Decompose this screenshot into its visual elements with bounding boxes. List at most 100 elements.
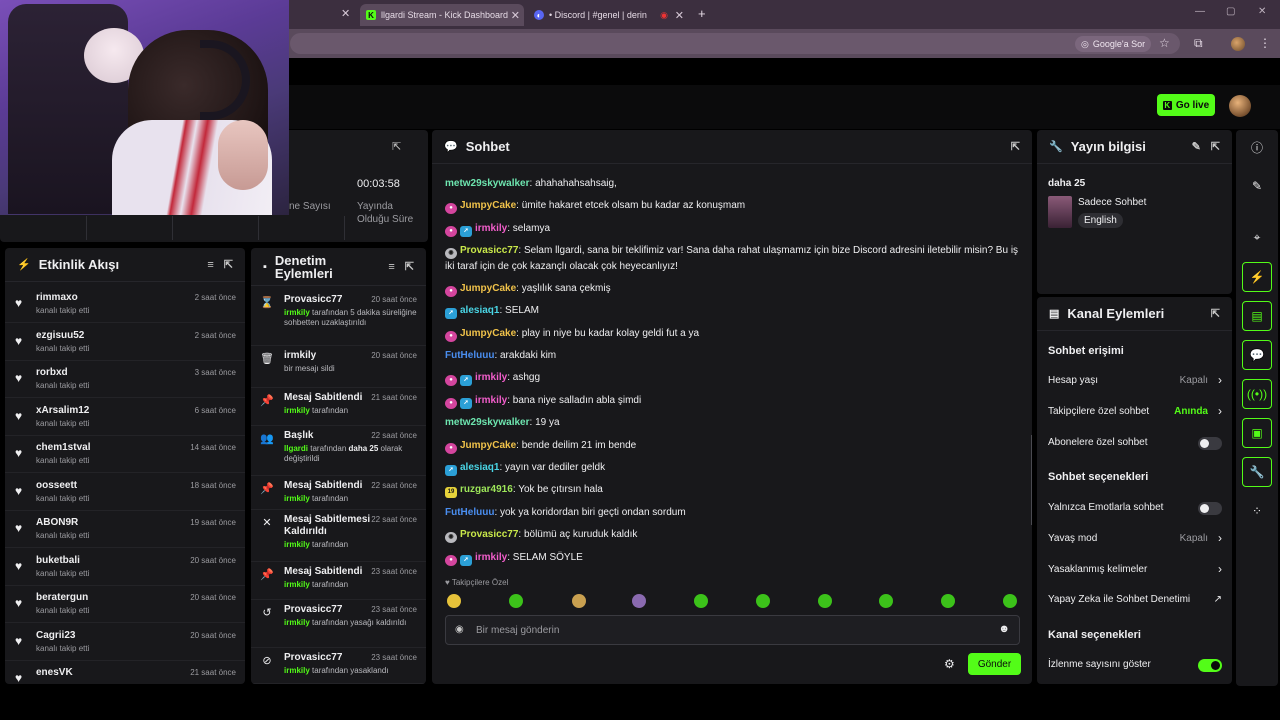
close-window-icon[interactable]: ✕ xyxy=(1258,6,1266,17)
gear-icon[interactable]: ⚙ xyxy=(944,657,955,671)
browser-profile-avatar[interactable] xyxy=(1231,37,1245,51)
chat-message-text: : arakdaki kim xyxy=(494,349,557,361)
moderator-name[interactable]: irmkily xyxy=(284,540,310,549)
emote-icon[interactable] xyxy=(509,594,523,608)
edit-icon[interactable]: ✎ xyxy=(1242,171,1272,201)
emoji-picker-icon[interactable]: ☻ xyxy=(998,623,1010,635)
chat-username[interactable]: JumpyCake xyxy=(460,283,516,294)
chat-message-input[interactable] xyxy=(476,621,976,639)
emote-icon[interactable] xyxy=(756,594,770,608)
popout-icon[interactable]: ⇱ xyxy=(405,260,414,273)
emote-icon[interactable] xyxy=(447,594,461,608)
moderator-name[interactable]: irmkily xyxy=(284,494,310,503)
followers-only-row[interactable]: Takipçilere özel sohbet Anında › xyxy=(1048,404,1224,420)
chat-username[interactable]: irmkily xyxy=(475,223,507,234)
bookmark-star-icon[interactable]: ☆ xyxy=(1159,36,1170,50)
chat-username[interactable]: JumpyCake xyxy=(460,440,516,451)
chat-username[interactable]: irmkily xyxy=(475,395,507,406)
send-button[interactable]: Gönder xyxy=(968,653,1021,675)
chat-username[interactable]: FutHeluuu xyxy=(445,350,494,361)
document-icon[interactable]: ▤ xyxy=(1242,301,1272,331)
emote-icon[interactable] xyxy=(879,594,893,608)
chat-username[interactable]: alesiaq1 xyxy=(460,305,499,316)
info-icon[interactable]: ⓘ xyxy=(1242,132,1272,162)
popout-icon[interactable]: ⇱ xyxy=(1211,307,1220,320)
popout-icon[interactable]: ⇱ xyxy=(224,258,233,271)
view-count-toggle[interactable] xyxy=(1198,659,1222,672)
go-live-button[interactable]: K Go live xyxy=(1157,94,1215,116)
user-avatar[interactable] xyxy=(1229,95,1251,117)
emote-icon[interactable] xyxy=(818,594,832,608)
chat-username[interactable]: metw29skywalker xyxy=(445,178,530,189)
chat-username[interactable]: irmkily xyxy=(475,372,507,383)
activity-username[interactable]: oosseett xyxy=(36,480,77,491)
chat-username[interactable]: irmkily xyxy=(475,552,507,563)
activity-username[interactable]: ABON9R xyxy=(36,517,78,528)
popout-icon[interactable]: ⇱ xyxy=(1011,140,1020,153)
apps-icon[interactable]: ⁘ xyxy=(1242,496,1272,526)
subscribers-only-toggle[interactable] xyxy=(1198,437,1222,450)
url-bar[interactable] xyxy=(290,33,1180,54)
emote-icon[interactable] xyxy=(572,594,586,608)
popout-icon[interactable]: ⇱ xyxy=(392,140,401,153)
activity-username[interactable]: rorbxd xyxy=(36,367,68,378)
popout-icon[interactable]: ⇱ xyxy=(1211,140,1220,153)
chat-username[interactable]: JumpyCake xyxy=(460,200,516,211)
account-age-row[interactable]: Hesap yaşı Kapalı › xyxy=(1048,373,1224,389)
activity-username[interactable]: rimmaxo xyxy=(36,292,78,303)
moderator-name[interactable]: irmkily xyxy=(284,618,310,627)
chat-scrollbar[interactable] xyxy=(1031,435,1032,525)
moderator-name[interactable]: irmkily xyxy=(284,406,310,415)
filter-icon[interactable]: ≡ xyxy=(207,259,213,271)
chat-username[interactable]: Provasicc77 xyxy=(460,245,518,256)
moderation-icon[interactable]: ▣ xyxy=(1242,418,1272,448)
chat-username[interactable]: ruzgar4916 xyxy=(460,484,513,495)
tab-discord[interactable]: ◐ • Discord | #genel | derin com ◉ ✕ xyxy=(528,4,688,26)
activity-item: ♥ ezgisuu52 kanalı takip etti 2 saat önce xyxy=(5,324,245,361)
google-sor-button[interactable]: ◎ Google'a Sor xyxy=(1075,36,1152,52)
chat-settings-icon[interactable]: ◉ xyxy=(455,624,464,635)
browser-menu-icon[interactable]: ⋮ xyxy=(1259,36,1271,50)
banned-words-row[interactable]: Yasaklanmış kelimeler › xyxy=(1048,562,1224,578)
edit-pencil-icon[interactable]: ✎ xyxy=(1192,140,1201,153)
activity-username[interactable]: enesVK xyxy=(36,667,73,678)
minimize-icon[interactable]: — xyxy=(1195,6,1205,17)
moderator-name[interactable]: irmkily xyxy=(284,580,310,589)
wrench-icon[interactable]: 🔧 xyxy=(1242,457,1272,487)
chat-username[interactable]: metw29skywalker xyxy=(445,417,530,428)
slow-mode-row[interactable]: Yavaş mod Kapalı › xyxy=(1048,531,1224,547)
chat-username[interactable]: JumpyCake xyxy=(460,328,516,339)
close-tab-icon[interactable]: ✕ xyxy=(341,7,350,20)
ai-moderation-row[interactable]: Yapay Zeka ile Sohbet Denetimi ↗ xyxy=(1048,592,1224,608)
chat-username[interactable]: Provasicc77 xyxy=(460,529,518,540)
chat-username[interactable]: alesiaq1 xyxy=(460,462,499,473)
emote-only-toggle[interactable] xyxy=(1198,502,1222,515)
moderator-name[interactable]: irmkily xyxy=(284,666,310,675)
close-tab-icon[interactable]: ✕ xyxy=(675,9,684,22)
activity-username[interactable]: ezgisuu52 xyxy=(36,330,84,341)
chat-icon[interactable]: 💬 xyxy=(1242,340,1272,370)
chat-username[interactable]: FutHeluuu xyxy=(445,507,494,518)
emote-icon[interactable] xyxy=(941,594,955,608)
moderator-name[interactable]: llgardi xyxy=(284,444,308,453)
activity-username[interactable]: buketbali xyxy=(36,555,80,566)
lightning-icon[interactable]: ⚡ xyxy=(1242,262,1272,292)
activity-username[interactable]: chem1stval xyxy=(36,442,90,453)
new-tab-icon[interactable]: + xyxy=(698,6,706,21)
emote-icon[interactable] xyxy=(1003,594,1017,608)
moderator-name[interactable]: irmkily xyxy=(284,308,310,317)
chat-input-box[interactable]: ◉ ☻ xyxy=(445,615,1020,645)
target-icon[interactable]: ⌖ xyxy=(1242,222,1272,252)
close-tab-icon[interactable]: ✕ xyxy=(511,9,520,22)
maximize-icon[interactable]: ▢ xyxy=(1226,6,1235,17)
broadcast-icon[interactable]: ((•)) xyxy=(1242,379,1272,409)
activity-username[interactable]: Cagrii23 xyxy=(36,630,75,641)
emote-icon[interactable] xyxy=(694,594,708,608)
filter-icon[interactable]: ≡ xyxy=(388,261,394,273)
emote-icon[interactable] xyxy=(632,594,646,608)
activity-username[interactable]: xArsalim12 xyxy=(36,405,89,416)
activity-time: 21 saat önce xyxy=(190,668,236,677)
activity-username[interactable]: beratergun xyxy=(36,592,88,603)
tab-kick-dashboard[interactable]: K llgardi Stream - Kick Dashboard ✕ xyxy=(360,4,524,26)
extensions-icon[interactable]: ⧉ xyxy=(1194,36,1203,51)
